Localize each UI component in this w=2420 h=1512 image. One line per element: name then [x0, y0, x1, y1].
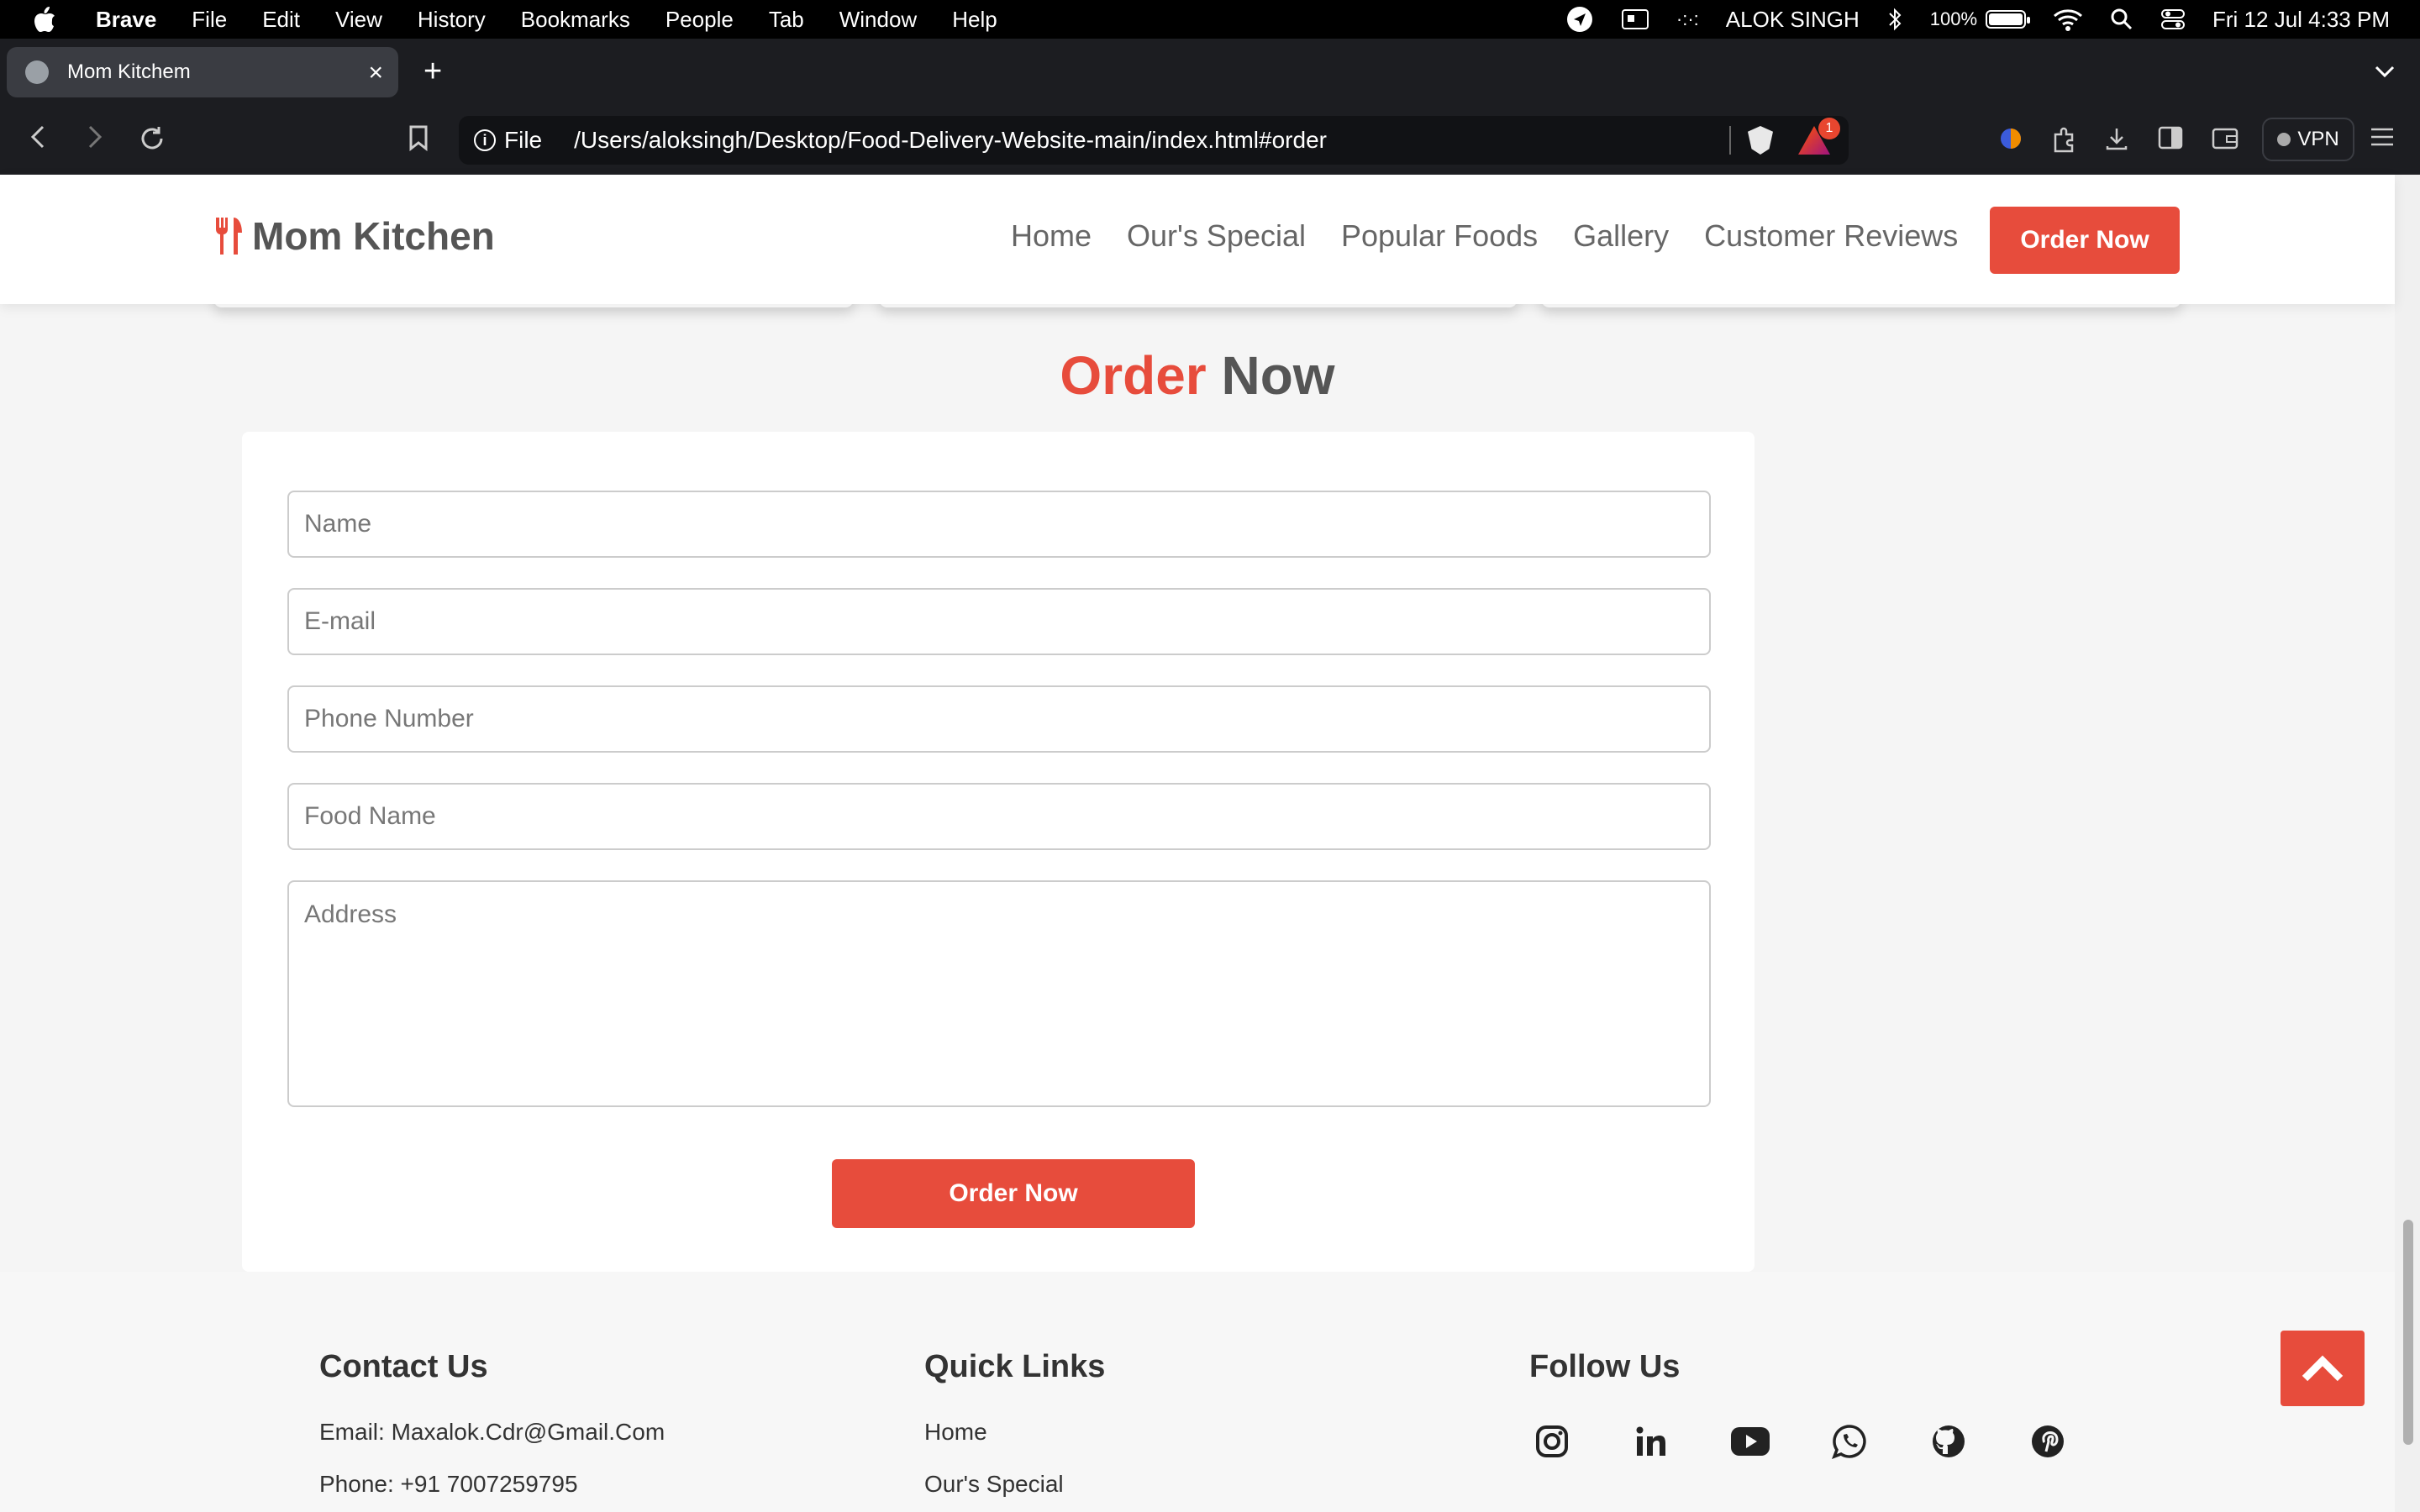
forward-icon[interactable]	[86, 124, 104, 157]
location-icon[interactable]	[1565, 5, 1594, 34]
utensils-icon	[216, 218, 242, 255]
wifi-icon[interactable]	[2053, 8, 2083, 31]
leo-ai-icon[interactable]	[1998, 126, 2023, 158]
contact-heading: Contact Us	[319, 1349, 488, 1384]
rewards-badge: 1	[1818, 118, 1840, 139]
whatsapp-icon[interactable]	[1827, 1419, 1872, 1464]
social-links	[1529, 1419, 2070, 1464]
footer-quick-links: Quick Links Home Our's Special	[924, 1349, 1105, 1512]
vpn-label: VPN	[2297, 128, 2339, 150]
menu-app-name[interactable]: Brave	[96, 7, 156, 33]
menu-window[interactable]: Window	[839, 7, 917, 33]
logo-text: Mom Kitchen	[252, 214, 495, 258]
wallet-icon[interactable]	[2212, 126, 2238, 156]
vpn-button[interactable]: VPN	[2262, 118, 2354, 161]
globe-icon	[25, 60, 49, 84]
battery-percent: 100%	[1929, 8, 1978, 29]
section-title-accent: Order	[1060, 345, 1207, 406]
downloads-icon[interactable]	[2104, 126, 2129, 158]
address-textarea[interactable]: Address	[287, 880, 1711, 1107]
reload-icon[interactable]	[138, 124, 166, 160]
apple-icon[interactable]	[32, 5, 57, 34]
footer-follow: Follow Us	[1529, 1349, 2070, 1464]
url-text[interactable]: /Users/aloksingh/Desktop/Food-Delivery-W…	[574, 127, 1327, 154]
instagram-icon[interactable]	[1529, 1419, 1575, 1464]
bluetooth-icon[interactable]	[1886, 7, 1903, 32]
user-name[interactable]: ALOK SINGH	[1726, 7, 1860, 33]
food-name-input[interactable]: Food Name	[287, 783, 1711, 850]
brave-shield-icon[interactable]	[1748, 126, 1773, 155]
menu-tab[interactable]: Tab	[769, 7, 804, 33]
phone-input[interactable]: Phone Number	[287, 685, 1711, 753]
page-scrollbar[interactable]	[2395, 175, 2420, 1512]
site-nav: Home Our's Special Popular Foods Gallery…	[1011, 218, 1958, 254]
vpn-status-icon	[2277, 133, 2291, 146]
footer-contact: Contact Us Email: Maxalok.Cdr@Gmail.Com …	[319, 1349, 665, 1512]
address-divider	[1729, 126, 1731, 155]
site-info-icon[interactable]: i	[474, 129, 496, 151]
back-icon[interactable]	[29, 124, 47, 157]
address-bar[interactable]: i File /Users/aloksingh/Desktop/Food-Del…	[459, 116, 1849, 165]
spotlight-search-icon[interactable]	[2110, 8, 2133, 31]
scroll-to-top-button[interactable]	[2281, 1331, 2365, 1406]
section-title-rest: Now	[1221, 345, 1335, 406]
nav-home[interactable]: Home	[1011, 218, 1092, 254]
menu-edit[interactable]: Edit	[262, 7, 300, 33]
hamburger-menu-icon[interactable]	[2370, 126, 2395, 155]
browser-tab[interactable]: Mom Kitchem ×	[7, 47, 398, 97]
footer-link-home[interactable]: Home	[924, 1419, 1105, 1446]
menu-people[interactable]: People	[666, 7, 734, 33]
nav-customer-reviews[interactable]: Customer Reviews	[1704, 218, 1958, 254]
extensions-icon[interactable]	[2050, 126, 2079, 161]
menu-history[interactable]: History	[418, 7, 486, 33]
contact-email: Email: Maxalok.Cdr@Gmail.Com	[319, 1419, 666, 1445]
site-footer: Contact Us Email: Maxalok.Cdr@Gmail.Com …	[0, 1272, 2395, 1512]
clock[interactable]: Fri 12 Jul 4:33 PM	[2212, 7, 2390, 33]
screen-icon[interactable]	[1621, 8, 1649, 31]
nav-popular-foods[interactable]: Popular Foods	[1341, 218, 1538, 254]
bookmark-icon[interactable]	[408, 124, 429, 159]
linkedin-icon[interactable]	[1628, 1419, 1674, 1464]
sidebar-icon[interactable]	[2158, 126, 2183, 156]
order-form: Name E-mail Phone Number Food Name Addre…	[242, 432, 1754, 1272]
nav-gallery[interactable]: Gallery	[1573, 218, 1669, 254]
macos-menu-bar: Brave File Edit View History Bookmarks P…	[0, 0, 2420, 39]
email-input[interactable]: E-mail	[287, 588, 1711, 655]
footer-link-ours-special[interactable]: Our's Special	[924, 1471, 1105, 1498]
follow-heading: Follow Us	[1529, 1349, 1681, 1384]
tab-strip: Mom Kitchem × +	[0, 39, 2420, 106]
order-now-submit-button[interactable]: Order Now	[832, 1159, 1195, 1228]
quick-links-heading: Quick Links	[924, 1349, 1106, 1384]
nav-ours-special[interactable]: Our's Special	[1127, 218, 1306, 254]
battery-status[interactable]: 100%	[1929, 8, 2031, 30]
youtube-icon[interactable]	[1728, 1419, 1773, 1464]
contact-phone: Phone: +91 7007259795	[319, 1471, 578, 1497]
scrollbar-thumb[interactable]	[2403, 1220, 2413, 1445]
github-icon[interactable]	[1926, 1419, 1971, 1464]
chevron-up-icon	[2302, 1355, 2344, 1382]
section-title: Order Now	[0, 344, 2395, 407]
menu-view[interactable]: View	[335, 7, 382, 33]
url-scheme-label: File	[504, 127, 543, 153]
browser-toolbar: i File /Users/aloksingh/Desktop/Food-Del…	[0, 106, 2420, 175]
header-order-now-button[interactable]: Order Now	[1990, 207, 2180, 274]
battery-icon	[1986, 10, 2031, 29]
tab-title: Mom Kitchem	[67, 60, 191, 83]
new-tab-button[interactable]: +	[424, 54, 442, 90]
close-tab-icon[interactable]: ×	[368, 59, 383, 87]
dots-status-icon[interactable]: ·:·:	[1676, 8, 1699, 30]
tab-list-chevron-icon[interactable]	[2375, 57, 2395, 84]
pinterest-icon[interactable]	[2025, 1419, 2070, 1464]
menu-file[interactable]: File	[192, 7, 227, 33]
site-header: Mom Kitchen Home Our's Special Popular F…	[0, 175, 2395, 304]
menu-help[interactable]: Help	[952, 7, 997, 33]
name-input[interactable]: Name	[287, 491, 1711, 558]
site-logo[interactable]: Mom Kitchen	[213, 213, 495, 259]
control-center-icon[interactable]	[2160, 8, 2186, 31]
menu-bookmarks[interactable]: Bookmarks	[521, 7, 630, 33]
